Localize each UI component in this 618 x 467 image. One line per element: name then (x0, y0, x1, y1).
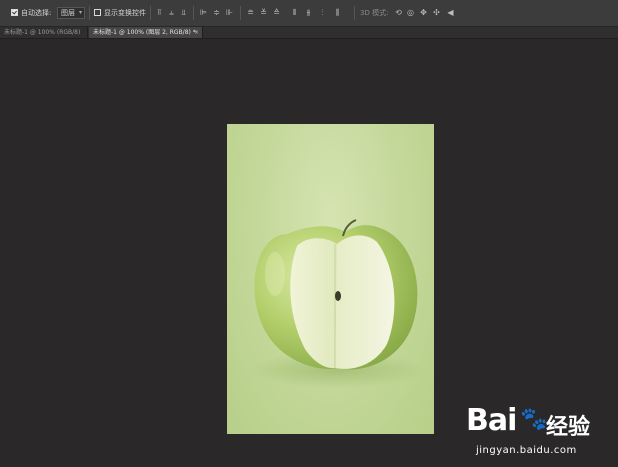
distribute-vcenter-icon[interactable]: ≚ (259, 8, 268, 17)
document-tabs: 未标题-1 @ 100% (RGB/8) 未标题-1 @ 100% (图层 2,… (0, 27, 618, 39)
align-left-edges-icon[interactable]: ⊫ (199, 8, 208, 17)
watermark-url: jingyan.baidu.com (476, 445, 577, 456)
document-canvas[interactable] (227, 124, 434, 434)
drag-3d-icon[interactable]: ✥ (419, 8, 428, 17)
roll-3d-icon[interactable]: ◎ (406, 8, 415, 17)
toolbar-divider (354, 6, 355, 20)
distribute-bottom-icon[interactable]: ≙ (272, 8, 281, 17)
auto-select-label: 自动选择: (21, 9, 52, 17)
apple-photo (249, 219, 425, 388)
toolbar-divider (240, 6, 241, 20)
distribute-top-icon[interactable]: ≘ (246, 8, 255, 17)
align-horizontal-centers-icon[interactable]: ≑ (212, 8, 221, 17)
tab-label: 未标题-1 @ 100% (RGB/8) (4, 29, 81, 36)
tab-label: 未标题-1 @ 100% (图层 2, RGB/8) * (93, 29, 196, 36)
chevron-down-icon: ▾ (78, 9, 82, 16)
show-transform-checkbox[interactable] (94, 9, 101, 16)
distribute-right-icon[interactable]: ⫶ (318, 8, 327, 17)
align-top-edges-icon[interactable]: ⫪ (155, 8, 164, 17)
align-vertical-centers-icon[interactable]: ⫨ (167, 8, 176, 17)
options-bar: 自动选择: 图层 ▾ 显示变换控件 ⫪ ⫨ ⫫ ⊫ ≑ ⊪ ≘ ≚ ≙ ⫴ ⫵ … (0, 0, 618, 27)
auto-select-target-value: 图层 (61, 9, 75, 17)
distribute-hcenter-icon[interactable]: ⫵ (304, 8, 313, 17)
auto-align-layers-icon[interactable]: ⫼ (333, 8, 342, 17)
distribute-left-icon[interactable]: ⫴ (290, 8, 299, 17)
baidu-jingyan-watermark: Bai 经验 🐾 jingyan.baidu.com (462, 401, 612, 463)
scale-3d-icon[interactable]: ◀ (446, 8, 455, 17)
show-transform-label: 显示变换控件 (104, 9, 146, 17)
watermark-logo-text: Bai (466, 403, 517, 438)
auto-select-target-dropdown[interactable]: 图层 ▾ (57, 7, 85, 19)
watermark-logo-suffix: 经验 (546, 415, 591, 440)
auto-select-checkbox[interactable] (11, 9, 18, 16)
close-icon[interactable]: × (194, 27, 199, 38)
toolbar-divider (89, 6, 90, 20)
rotate-3d-icon[interactable]: ⟲ (394, 8, 403, 17)
mode-3d-label: 3D 模式: (360, 9, 389, 17)
tab-untitled-layer2[interactable]: 未标题-1 @ 100% (图层 2, RGB/8) * × (89, 27, 203, 38)
toolbar-divider (193, 6, 194, 20)
tab-untitled-rgb[interactable]: 未标题-1 @ 100% (RGB/8) (0, 27, 88, 38)
toolbar-divider (150, 6, 151, 20)
align-bottom-edges-icon[interactable]: ⫫ (179, 8, 188, 17)
slide-3d-icon[interactable]: ✣ (432, 8, 441, 17)
align-right-edges-icon[interactable]: ⊪ (225, 8, 234, 17)
paw-icon: 🐾 (520, 407, 548, 432)
